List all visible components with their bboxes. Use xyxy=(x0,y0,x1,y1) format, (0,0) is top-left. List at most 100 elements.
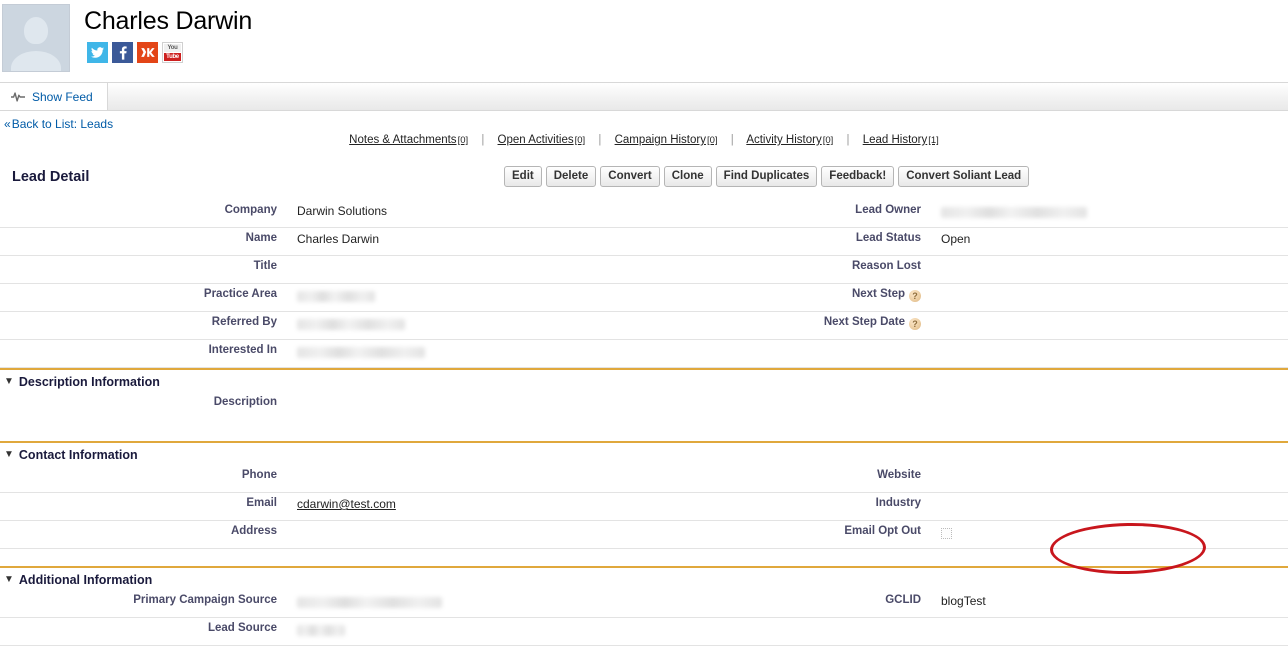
additional-information-fields: Primary Campaign Source GCLID blogTest L… xyxy=(0,590,1288,646)
section-header-additional-information[interactable]: ▼ Additional Information xyxy=(0,566,1288,590)
phone-label: Phone xyxy=(241,469,277,481)
reason-lost-label: Reason Lost xyxy=(851,260,921,272)
table-row: Address Email Opt Out xyxy=(0,521,1288,549)
action-button-row: Edit Delete Convert Clone Find Duplicate… xyxy=(504,166,1030,187)
header-main: Charles Darwin You Tube xyxy=(84,4,252,63)
edit-button[interactable]: Edit xyxy=(504,166,542,187)
chevron-down-icon[interactable]: ▼ xyxy=(4,377,14,387)
primary-campaign-source-label: Primary Campaign Source xyxy=(133,594,277,606)
next-step-label: Next Step? xyxy=(644,284,930,312)
description-information-fields: Description xyxy=(0,392,1288,419)
section-header-description-information[interactable]: ▼ Description Information xyxy=(0,368,1288,392)
title-value xyxy=(286,256,644,284)
empty-value xyxy=(930,392,1288,419)
table-row: Referred By Next Step Date? xyxy=(0,312,1288,340)
industry-label: Industry xyxy=(875,497,921,509)
website-label: Website xyxy=(877,469,921,481)
interested-in-label: Interested In xyxy=(208,344,277,356)
email-opt-out-label: Email Opt Out xyxy=(844,525,921,537)
convert-soliant-lead-button[interactable]: Convert Soliant Lead xyxy=(898,166,1030,187)
address-value xyxy=(286,521,644,549)
table-row: Phone Website xyxy=(0,465,1288,493)
empty-value xyxy=(930,340,1288,368)
next-step-date-value xyxy=(930,312,1288,340)
company-value: Darwin Solutions xyxy=(297,204,388,218)
website-value xyxy=(930,465,1288,493)
feed-waveform-icon xyxy=(11,91,25,102)
back-to-list-link[interactable]: «Back to List: Leads xyxy=(4,117,113,131)
quicklink-notes-attachments[interactable]: Notes & Attachments xyxy=(349,134,456,146)
referred-by-label: Referred By xyxy=(211,316,277,328)
avatar-head-shape xyxy=(24,17,48,44)
help-icon[interactable]: ? xyxy=(909,290,921,302)
quicklink-campaign-history-count: [0] xyxy=(706,135,718,146)
quicklink-open-activities-count: [0] xyxy=(574,135,586,146)
quicklink-separator: | xyxy=(846,134,850,146)
email-opt-out-checkbox xyxy=(941,527,952,539)
delete-button[interactable]: Delete xyxy=(545,166,597,187)
table-row: Title Reason Lost xyxy=(0,256,1288,284)
convert-button[interactable]: Convert xyxy=(600,166,660,187)
title-label: Title xyxy=(253,260,277,272)
quicklink-activity-history[interactable]: Activity History xyxy=(746,134,821,146)
klout-icon[interactable] xyxy=(137,42,158,63)
quicklink-lead-history-count: [1] xyxy=(928,135,939,146)
quicklink-open-activities[interactable]: Open Activities xyxy=(498,134,574,146)
table-row: Name Charles Darwin Lead Status Open xyxy=(0,228,1288,256)
phone-value xyxy=(286,465,644,493)
feed-bar: Show Feed xyxy=(0,82,1288,111)
social-links: You Tube xyxy=(84,42,252,63)
contact-information-fields: Phone Website Email cdarwin@test.com Ind… xyxy=(0,465,1288,549)
youtube-icon-bottom-text: Tube xyxy=(164,53,181,61)
quicklink-campaign-history[interactable]: Campaign History xyxy=(615,134,706,146)
email-link[interactable]: cdarwin@test.com xyxy=(297,497,396,511)
lead-status-label: Lead Status xyxy=(855,232,921,244)
twitter-icon[interactable] xyxy=(87,42,108,63)
quicklink-activity-history-count: [0] xyxy=(822,135,834,146)
feedback-button[interactable]: Feedback! xyxy=(821,166,895,187)
interested-in-value xyxy=(286,340,644,368)
description-value xyxy=(286,392,644,419)
redacted-value xyxy=(297,625,345,637)
help-icon[interactable]: ? xyxy=(909,318,921,330)
gclid-label: GCLID xyxy=(885,594,921,606)
next-step-label-text: Next Step xyxy=(851,288,905,300)
quicklink-lead-history[interactable]: Lead History xyxy=(863,134,928,146)
youtube-icon[interactable]: You Tube xyxy=(162,42,183,63)
redacted-value xyxy=(941,207,1087,219)
company-label: Company xyxy=(224,204,277,216)
industry-value xyxy=(930,493,1288,521)
back-to-list-label: Back to List: Leads xyxy=(11,117,114,131)
section-header-contact-information[interactable]: ▼ Contact Information xyxy=(0,441,1288,465)
chevron-down-icon[interactable]: ▼ xyxy=(4,450,14,460)
lead-header: Charles Darwin You Tube xyxy=(0,0,1288,82)
reason-lost-value xyxy=(930,256,1288,284)
redacted-value xyxy=(297,291,375,303)
table-row: Email cdarwin@test.com Industry xyxy=(0,493,1288,521)
next-step-value xyxy=(930,284,1288,312)
lead-source-label: Lead Source xyxy=(207,622,277,634)
next-step-date-label: Next Step Date? xyxy=(644,312,930,340)
table-row: Practice Area Next Step? xyxy=(0,284,1288,312)
facebook-icon[interactable] xyxy=(112,42,133,63)
table-row: Lead Source xyxy=(0,618,1288,646)
page-title: Charles Darwin xyxy=(84,7,253,35)
show-feed-tab[interactable]: Show Feed xyxy=(0,83,108,110)
back-link-row: «Back to List: Leads xyxy=(0,111,1288,132)
find-duplicates-button[interactable]: Find Duplicates xyxy=(715,166,818,187)
name-value: Charles Darwin xyxy=(297,232,380,246)
table-row: Interested In xyxy=(0,340,1288,368)
empty-value xyxy=(930,618,1288,646)
avatar-body-shape xyxy=(11,51,61,71)
clone-button[interactable]: Clone xyxy=(663,166,712,187)
lead-source-value xyxy=(286,618,644,646)
redacted-value xyxy=(297,319,405,331)
practice-area-value xyxy=(286,284,644,312)
chevron-down-icon[interactable]: ▼ xyxy=(4,575,14,585)
section-title-additional-information: Additional Information xyxy=(18,573,153,587)
quicklink-separator: | xyxy=(598,134,602,146)
quicklink-notes-attachments-count: [0] xyxy=(457,135,469,146)
email-opt-out-value xyxy=(930,521,1288,549)
gclid-value: blogTest xyxy=(941,594,986,608)
section-title-description-information: Description Information xyxy=(18,375,160,389)
